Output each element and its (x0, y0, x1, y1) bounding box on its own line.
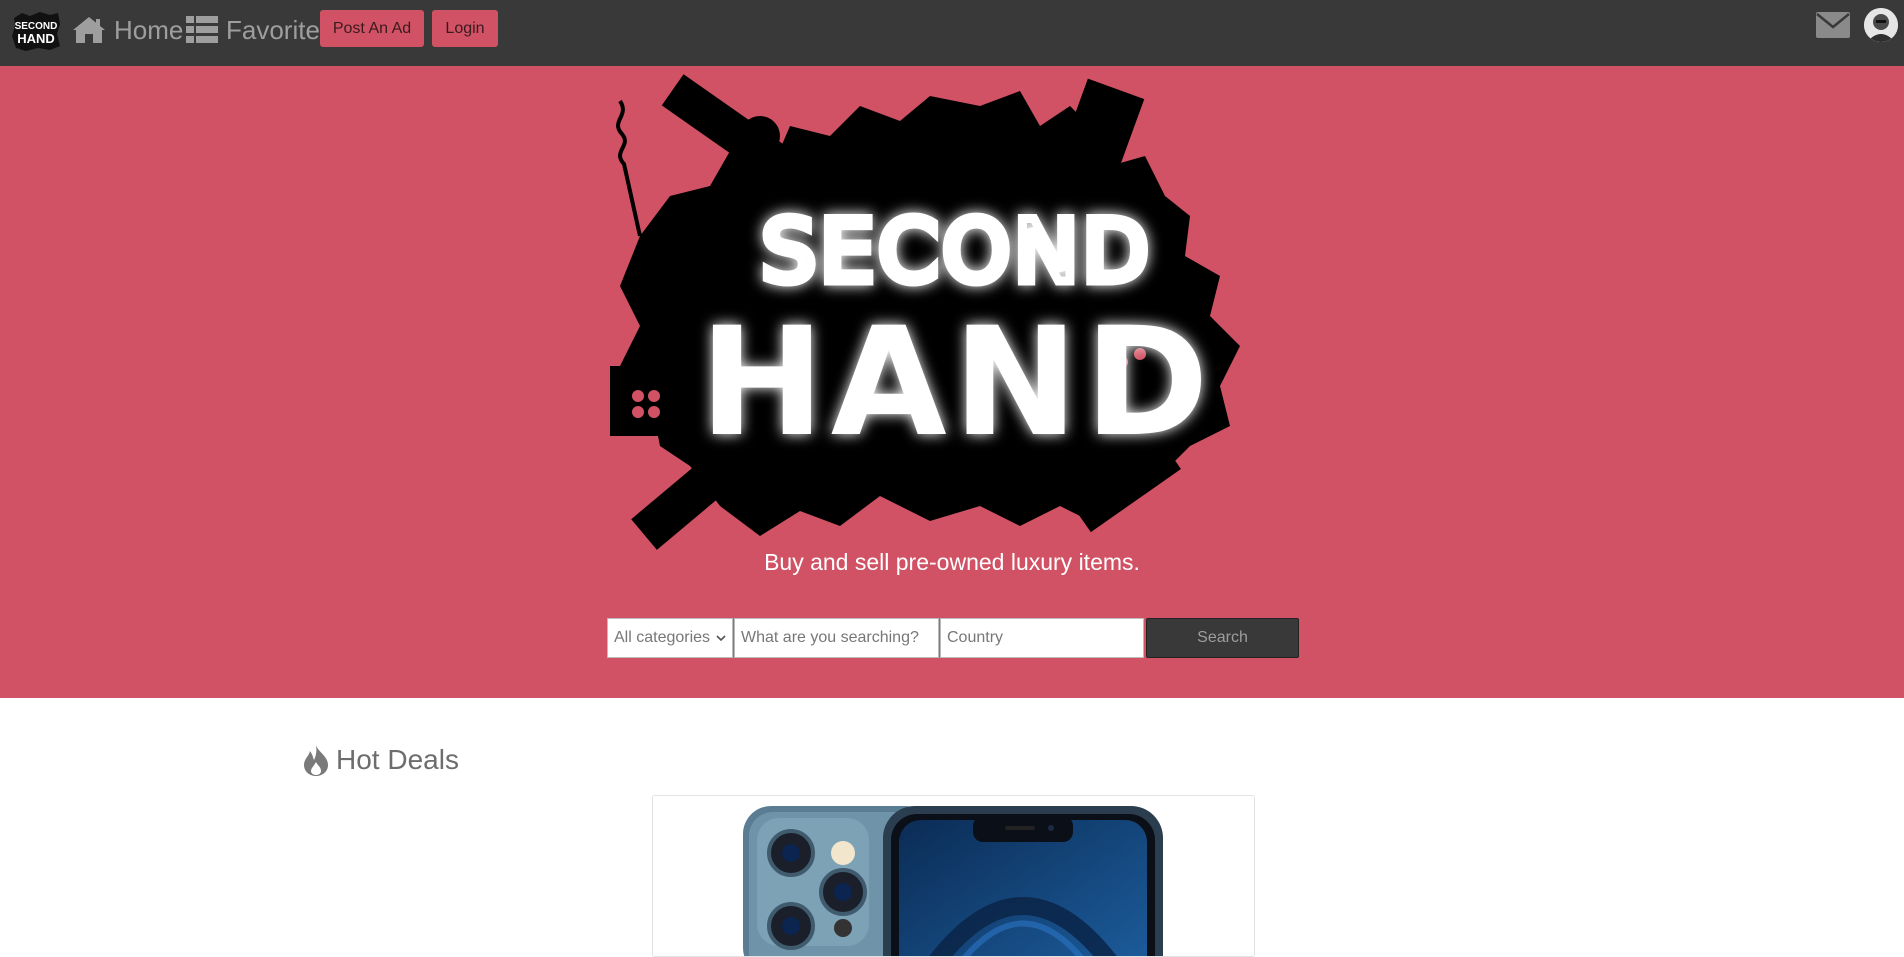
fire-icon (304, 745, 328, 776)
envelope-icon[interactable] (1816, 12, 1850, 38)
list-icon (186, 16, 218, 43)
country-input[interactable] (940, 618, 1144, 658)
hero-banner: SECOND HAND Buy and sell pre-owned luxur… (0, 66, 1904, 698)
phone-product-image (743, 806, 1163, 956)
category-selected-value: All categories (614, 629, 711, 646)
hot-deals-heading: Hot Deals (302, 742, 459, 778)
nav-home-link[interactable]: Home (72, 10, 183, 50)
second-hand-logo: SECOND HAND (610, 74, 1240, 550)
search-bar: All categories Search (607, 618, 1299, 658)
svg-text:HAND: HAND (17, 31, 55, 46)
logo-line2-text: HAND (699, 296, 1215, 470)
site-logo[interactable]: SECOND HAND (10, 10, 62, 52)
nav-favorite-label: Favorite (226, 14, 320, 45)
hot-deals-title: Hot Deals (336, 744, 459, 775)
login-button[interactable]: Login (432, 10, 498, 47)
search-input[interactable] (734, 618, 939, 658)
home-icon (73, 17, 105, 43)
chevron-down-icon (716, 635, 726, 642)
post-ad-button[interactable]: Post An Ad (320, 10, 424, 47)
logo-line1-text: SECOND (761, 202, 1152, 302)
top-navbar: SECOND HAND Home Favorite Post An Ad Log… (0, 0, 1904, 67)
hero-tagline: Buy and sell pre-owned luxury items. (764, 549, 1140, 575)
category-select[interactable]: All categories (607, 618, 733, 658)
user-avatar[interactable] (1864, 8, 1898, 42)
nav-favorite-link[interactable]: Favorite (186, 10, 320, 50)
search-button[interactable]: Search (1146, 618, 1299, 658)
nav-home-label: Home (114, 14, 184, 45)
